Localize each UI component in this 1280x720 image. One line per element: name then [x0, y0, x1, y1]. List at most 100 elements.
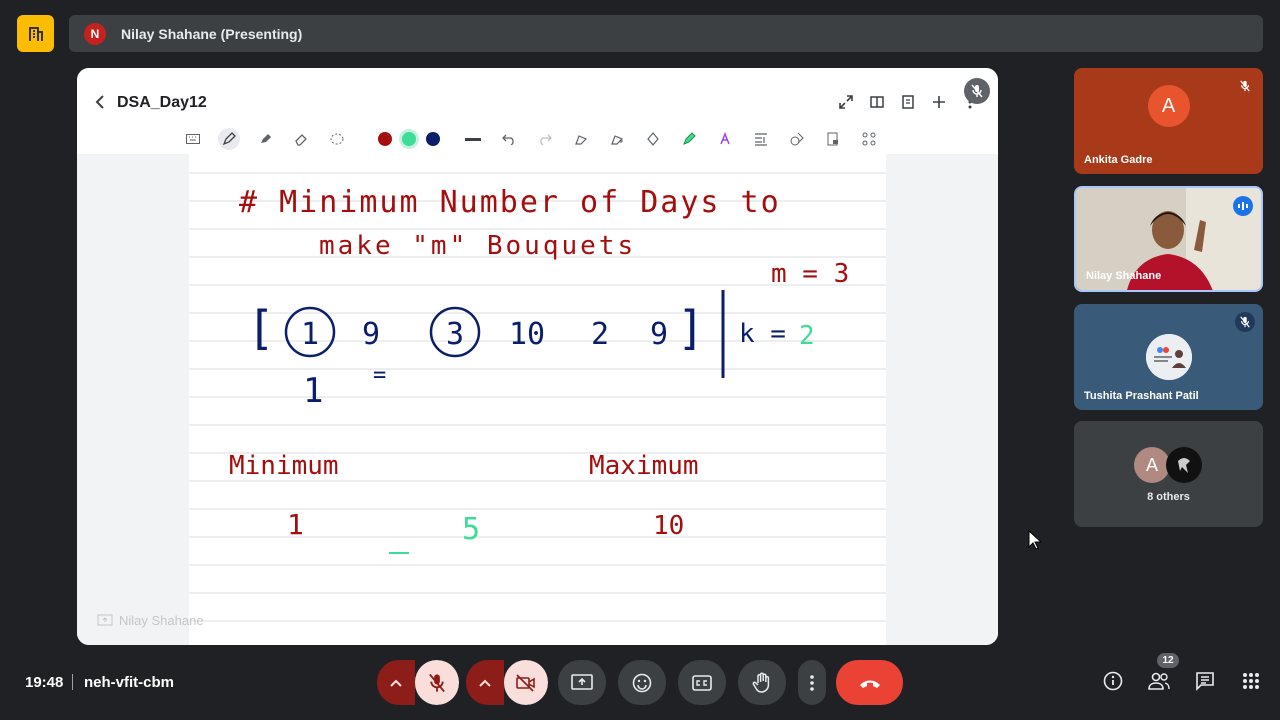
expand-icon	[838, 94, 853, 109]
ai-text-tool[interactable]	[714, 128, 736, 150]
side-panel-buttons	[1102, 670, 1262, 692]
microphone-toggle-button[interactable]	[415, 660, 459, 705]
meeting-code: neh-vfit-cbm	[84, 674, 174, 691]
pen-tool[interactable]	[218, 128, 240, 150]
more-options-button[interactable]	[798, 660, 826, 705]
building-icon	[28, 26, 43, 41]
back-button[interactable]	[93, 93, 107, 111]
raise-hand-button[interactable]	[738, 660, 786, 705]
participant-tile-tushita[interactable]: Tushita Prashant Patil	[1074, 304, 1263, 410]
add-page-button[interactable]	[930, 93, 947, 110]
chat-icon	[1196, 672, 1214, 691]
text-format-icon	[755, 133, 767, 146]
more-vert-icon	[810, 674, 814, 691]
activities-button[interactable]	[1240, 670, 1262, 692]
drawing-toolbar	[182, 128, 894, 150]
notebook-page[interactable]: # Minimum Number of Days to make "m" Bou…	[189, 154, 886, 645]
shape-tool[interactable]	[570, 128, 592, 150]
presenting-bar[interactable]: N Nilay Shahane (Presenting)	[69, 15, 1263, 52]
captions-button[interactable]	[678, 660, 726, 705]
k-value: 2	[799, 321, 815, 351]
participant-tile-ankita[interactable]: A Ankita Gadre	[1074, 68, 1263, 174]
highlighter-tool[interactable]	[678, 128, 700, 150]
min-value: 1	[287, 508, 304, 541]
color-red-swatch[interactable]	[378, 132, 392, 146]
array-value-5: 9	[650, 317, 668, 352]
camera-control	[466, 660, 548, 705]
sparkle-text-icon	[720, 132, 730, 145]
audio-settings-button[interactable]	[377, 660, 415, 705]
avatar	[1145, 334, 1192, 380]
redo-button[interactable]	[534, 128, 556, 150]
shapes-icon	[790, 132, 804, 146]
m-label: m = 3	[771, 259, 849, 289]
notes-heading-line2: make "m" Bouquets	[319, 231, 636, 261]
undo-button[interactable]	[498, 128, 520, 150]
present-to-all-icon	[571, 673, 593, 690]
chevron-up-icon	[390, 679, 402, 687]
muted-indicator	[1235, 76, 1255, 96]
presenter-mute-indicator	[964, 78, 990, 104]
stroke-width-tool[interactable]	[462, 128, 484, 150]
shared-screen: DSA_Day12 # Minimum Number of Days to ma…	[77, 68, 998, 645]
eraser-tool[interactable]	[290, 128, 312, 150]
people-button[interactable]	[1148, 670, 1170, 692]
audio-wave-icon	[1238, 202, 1248, 210]
color-green-swatch[interactable]	[402, 132, 416, 146]
pen-plus-icon	[611, 135, 624, 145]
self-view-name: Nilay Shahane	[119, 613, 204, 628]
lasso-icon	[330, 133, 344, 145]
split-view-button[interactable]	[868, 93, 885, 110]
pen-icon	[222, 132, 236, 146]
header-actions	[837, 93, 978, 110]
mic-off-icon	[429, 673, 445, 692]
array-value-0: 1	[301, 317, 319, 352]
chat-button[interactable]	[1194, 670, 1216, 692]
closed-caption-icon	[692, 674, 712, 691]
expand-button[interactable]	[837, 93, 854, 110]
presenting-icon	[97, 614, 113, 625]
apps-tool[interactable]	[858, 128, 880, 150]
mic-off-icon	[971, 84, 983, 98]
app-logo[interactable]	[17, 15, 54, 52]
text-format-tool[interactable]	[750, 128, 772, 150]
handwritten-notes: # Minimum Number of Days to make "m" Bou…	[189, 172, 886, 622]
lock-tool[interactable]	[822, 128, 844, 150]
call-end-icon	[859, 680, 880, 688]
people-icon	[1148, 672, 1170, 690]
color-navy-swatch[interactable]	[426, 132, 440, 146]
participant-tile-nilay[interactable]: Nilay Shahane	[1074, 186, 1263, 292]
info-icon	[1103, 671, 1123, 691]
chevron-left-icon	[95, 95, 104, 109]
meeting-details-button[interactable]	[1102, 670, 1124, 692]
insert-tool[interactable]	[606, 128, 628, 150]
max-value: 10	[653, 511, 684, 541]
participant-tile-others[interactable]: A 8 others	[1074, 421, 1263, 527]
lasso-tool[interactable]	[326, 128, 348, 150]
leave-call-button[interactable]	[836, 660, 903, 705]
notes-heading-line1: # Minimum Number of Days to	[239, 185, 781, 220]
mic-off-icon	[1240, 316, 1250, 328]
others-count-label: 8 others	[1147, 491, 1190, 503]
nib-tool[interactable]	[642, 128, 664, 150]
pages-button[interactable]	[899, 93, 916, 110]
marker-icon	[261, 134, 271, 143]
keyboard-tool[interactable]	[182, 128, 204, 150]
participant-name: Ankita Gadre	[1084, 154, 1153, 166]
grid-icon	[862, 132, 876, 146]
reactions-button[interactable]	[618, 660, 666, 705]
mid-value: 5	[462, 512, 480, 547]
keyboard-icon	[186, 134, 200, 144]
nib-icon	[647, 132, 659, 146]
shapes-tool[interactable]	[786, 128, 808, 150]
meeting-clock: 19:48	[25, 674, 64, 691]
undo-icon	[502, 134, 514, 145]
camera-toggle-button[interactable]	[504, 660, 548, 705]
video-settings-button[interactable]	[466, 660, 504, 705]
k-label: k =	[739, 319, 786, 349]
muted-indicator	[1235, 312, 1255, 332]
array-close-bracket: ]	[677, 301, 705, 355]
speaking-indicator	[1233, 196, 1253, 216]
present-screen-button[interactable]	[558, 660, 606, 705]
marker-tool[interactable]	[254, 128, 276, 150]
